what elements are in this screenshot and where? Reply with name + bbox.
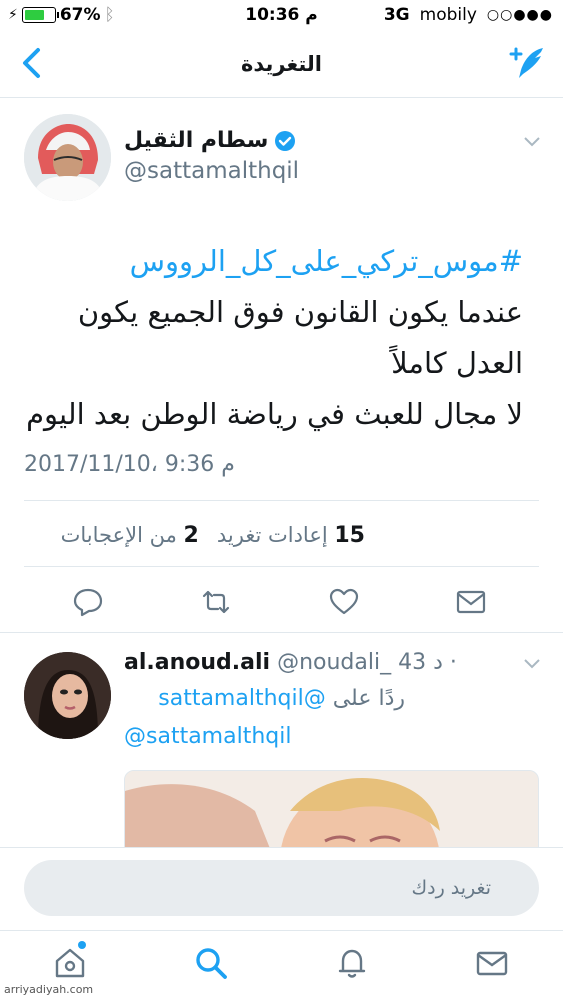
reply-mention-link[interactable]: @sattamalthqil	[124, 724, 291, 749]
author-handle[interactable]: @sattamalthqil	[124, 158, 299, 184]
divider	[0, 632, 563, 633]
retweets-stat[interactable]: 15 إعادات تغريد	[217, 523, 365, 548]
reply-author-handle[interactable]: @noudali_	[277, 650, 391, 675]
replying-to: ردًا على @sattamalthqil	[158, 686, 405, 711]
new-content-dot	[78, 941, 86, 949]
home-icon[interactable]	[52, 945, 88, 981]
tweet-actions	[0, 586, 563, 622]
search-icon[interactable]	[193, 945, 229, 981]
reply-header: al.anoud.ali @noudali_ 43 د ·	[124, 650, 457, 675]
reply-placeholder: تغريد ردك	[411, 877, 491, 899]
retweets-count: 15	[334, 523, 365, 548]
tweet-text: #موس_تركي_على_كل_الرووس عندما يكون القان…	[20, 236, 523, 440]
messages-icon[interactable]	[474, 945, 510, 981]
tweet-stats: 15 إعادات تغريد 2 من الإعجابات	[61, 523, 365, 548]
chevron-down-icon[interactable]	[523, 136, 541, 148]
replying-label: ردًا على	[332, 686, 405, 711]
retweets-label: إعادات تغريد	[216, 523, 328, 547]
tweet-line: لا مجال للعبث في رياضة الوطن بعد اليوم	[26, 397, 523, 431]
divider	[24, 566, 539, 567]
likes-stat[interactable]: 2 من الإعجابات	[61, 523, 199, 548]
nav-bar: التغريدة	[0, 32, 563, 98]
avatar[interactable]	[24, 114, 111, 201]
tweet-line: عندما يكون القانون فوق الجميع يكون	[77, 295, 523, 329]
retweet-icon[interactable]	[200, 586, 232, 618]
site-watermark: arriyadiyah.com	[4, 983, 94, 996]
network-type: 3G	[383, 5, 410, 25]
tweet-line: العدل كاملاً	[391, 346, 523, 380]
reply-time: 43 د ·	[398, 650, 457, 675]
reply-icon[interactable]	[72, 586, 104, 618]
main-tweet: سطام الثقيل @sattamalthqil #موس_تركي_على…	[0, 98, 563, 632]
reply-author-name[interactable]: al.anoud.ali	[124, 650, 270, 675]
likes-label: من الإعجابات	[60, 523, 177, 547]
reply-input[interactable]: تغريد ردك	[24, 860, 539, 916]
like-icon[interactable]	[328, 586, 360, 618]
replying-mention-link[interactable]: @sattamalthqil	[158, 686, 325, 711]
notifications-icon[interactable]	[334, 945, 370, 981]
verified-badge-icon	[275, 130, 296, 151]
status-right: 3G mobily ○○●●●	[384, 5, 553, 25]
author-name[interactable]: سطام الثقيل	[124, 128, 268, 153]
compose-tweet-icon[interactable]	[507, 44, 547, 82]
signal-strength: ○○●●●	[486, 7, 553, 23]
reply-composer: تغريد ردك	[0, 847, 563, 930]
carrier-name: mobily	[419, 5, 477, 25]
direct-message-icon[interactable]	[455, 586, 487, 618]
status-bar: ⚡ 67% ᛒ 10:36 م 3G mobily ○○●●●	[0, 0, 563, 32]
page-title: التغريدة	[241, 52, 322, 76]
chevron-down-icon[interactable]	[523, 658, 541, 670]
hashtag-link[interactable]: #موس_تركي_على_كل_الرووس	[20, 236, 523, 287]
tweet-timestamp: 2017/11/10، 9:36 م	[24, 452, 235, 477]
likes-count: 2	[183, 523, 199, 548]
avatar[interactable]	[24, 652, 111, 739]
author-name-row[interactable]: سطام الثقيل	[124, 128, 296, 153]
divider	[24, 500, 539, 501]
